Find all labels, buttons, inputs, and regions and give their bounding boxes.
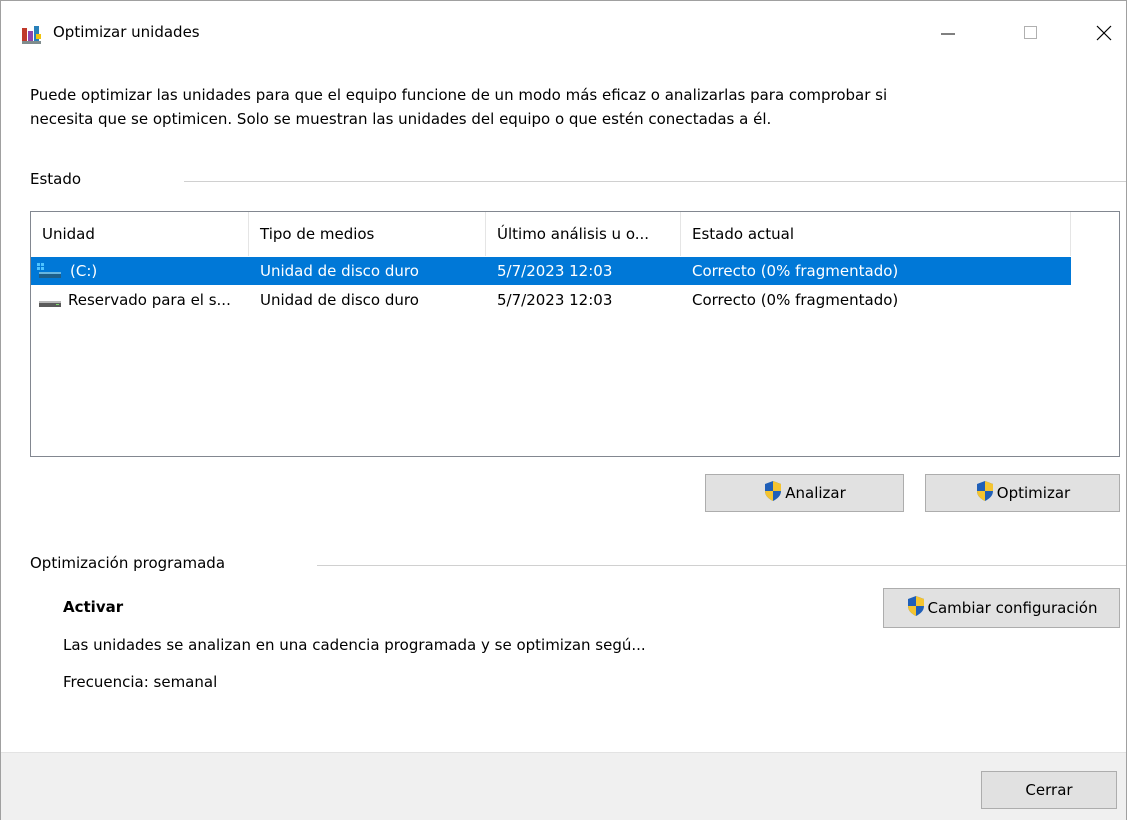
table-row[interactable]: Reservado para el s... Unidad de disco d… (31, 286, 1071, 314)
maximize-button[interactable] (1001, 11, 1061, 55)
description-line-1: Puede optimizar las unidades para que el… (30, 86, 888, 104)
system-drive-icon (37, 263, 63, 283)
close-button[interactable]: Cerrar (981, 771, 1117, 809)
analyze-button-label: Analizar (785, 484, 846, 502)
status-group-divider (184, 181, 1126, 182)
change-settings-label: Cambiar configuración (927, 599, 1098, 617)
description-text: Puede optimizar las unidades para que el… (30, 83, 1090, 131)
description-line-2: necesita que se optimicen. Solo se muest… (30, 110, 772, 128)
cell-ultimo-analisis: 5/7/2023 12:03 (497, 291, 613, 309)
optimize-button-label: Optimizar (996, 484, 1071, 502)
scheduled-frequency: Frecuencia: semanal (63, 673, 218, 691)
drives-list[interactable]: Unidad Tipo de medios Último análisis u … (30, 211, 1120, 457)
table-row[interactable]: (C:) Unidad de disco duro 5/7/2023 12:03… (31, 257, 1071, 285)
scheduled-detail: Las unidades se analizan en una cadencia… (63, 636, 646, 654)
close-icon (1096, 25, 1112, 41)
title-bar: Optimizar unidades (1, 1, 1126, 65)
scheduled-state: Activar (63, 598, 124, 616)
cell-tipo: Unidad de disco duro (260, 291, 419, 309)
cell-unidad: (C:) (70, 262, 98, 280)
cell-tipo: Unidad de disco duro (260, 262, 419, 280)
uac-shield-icon (975, 480, 995, 506)
scheduled-group-label: Optimización programada (30, 554, 226, 572)
column-header-ultimo-analisis[interactable]: Último análisis u o... (486, 212, 681, 256)
maximize-icon (1024, 26, 1037, 39)
drive-icon (37, 295, 63, 313)
window-title: Optimizar unidades (53, 23, 200, 41)
column-header-unidad[interactable]: Unidad (31, 212, 249, 256)
change-settings-button[interactable]: Cambiar configuración (883, 588, 1120, 628)
defrag-app-icon (21, 25, 43, 45)
uac-shield-icon (763, 480, 783, 506)
cell-estado: Correcto (0% fragmentado) (692, 262, 899, 280)
cell-estado: Correcto (0% fragmentado) (692, 291, 899, 309)
status-group-label: Estado (30, 170, 82, 188)
footer-bar: Cerrar (1, 752, 1126, 820)
close-button-label: Cerrar (1025, 781, 1073, 799)
scheduled-group-divider (317, 565, 1126, 566)
cell-unidad: Reservado para el s... (68, 291, 231, 309)
analyze-button[interactable]: Analizar (705, 474, 904, 512)
optimize-button[interactable]: Optimizar (925, 474, 1120, 512)
minimize-button[interactable] (918, 11, 978, 55)
uac-shield-icon (906, 595, 926, 621)
optimize-drives-window: Optimizar unidades Puede optimizar las u… (0, 0, 1127, 820)
column-header-tipo[interactable]: Tipo de medios (249, 212, 486, 256)
cell-ultimo-analisis: 5/7/2023 12:03 (497, 262, 613, 280)
list-header: Unidad Tipo de medios Último análisis u … (31, 212, 1071, 256)
minimize-icon (941, 33, 955, 35)
close-window-button[interactable] (1074, 11, 1127, 55)
column-header-estado[interactable]: Estado actual (681, 212, 1071, 256)
